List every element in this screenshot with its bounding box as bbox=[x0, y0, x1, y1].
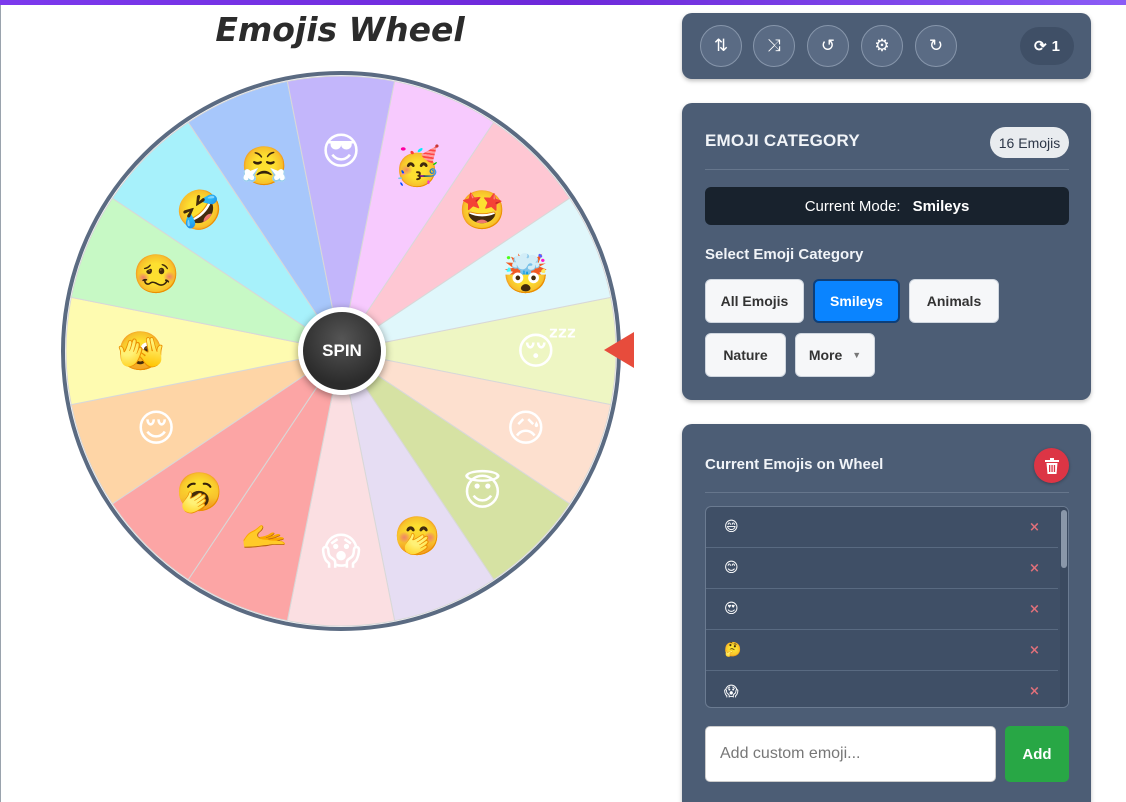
sort-button[interactable]: ⇅ bbox=[700, 25, 742, 67]
reset-button[interactable]: ↻ bbox=[915, 25, 957, 67]
gear-icon: ⚙ bbox=[874, 36, 890, 56]
list-item-emoji: 😍 bbox=[724, 601, 739, 617]
category-panel: EMOJI CATEGORY 16 Emojis Current Mode: S… bbox=[682, 103, 1091, 400]
wheel-segment-emoji: 😴 bbox=[516, 329, 577, 373]
category-smileys-button[interactable]: Smileys bbox=[813, 279, 900, 323]
wheel-segment-emoji: 🤯 bbox=[502, 252, 550, 297]
wheel-segment-emoji: 😎 bbox=[321, 129, 361, 173]
spin-counter-badge: ⟳ 1 bbox=[1020, 27, 1074, 65]
wheel-segment-emoji: 😱 bbox=[321, 529, 361, 573]
wheel-segment-emoji: 😌 bbox=[136, 405, 177, 450]
shuffle-icon: ⤨ bbox=[767, 36, 781, 56]
spin-count: 1 bbox=[1051, 37, 1060, 55]
list-item-emoji: 🤔 bbox=[724, 642, 742, 658]
category-all-emojis-button[interactable]: All Emojis bbox=[705, 279, 804, 323]
current-emojis-heading: Current Emojis on Wheel bbox=[705, 456, 884, 473]
emoji-count-badge: 16 Emojis bbox=[990, 127, 1069, 158]
top-accent-bar bbox=[0, 0, 1126, 5]
mode-value: Smileys bbox=[912, 197, 970, 215]
wheel-segment-emoji: 🥱 bbox=[175, 470, 224, 515]
spin-button[interactable]: SPIN bbox=[298, 307, 386, 395]
wheel-segment-emoji: 😇 bbox=[462, 470, 503, 515]
emoji-list[interactable]: 😄 × 😊 × 😍 × 🤔 × 😱 × bbox=[705, 506, 1069, 708]
wheel-segment-emoji: 🤭 bbox=[393, 513, 442, 558]
sort-icon: ⇅ bbox=[713, 36, 729, 56]
clear-all-button[interactable] bbox=[1034, 448, 1069, 483]
divider bbox=[705, 492, 1069, 493]
page-title: Emojis Wheel bbox=[215, 10, 465, 49]
custom-emoji-input[interactable] bbox=[705, 726, 996, 782]
add-emoji-button[interactable]: Add bbox=[1005, 726, 1069, 782]
remove-item-button[interactable]: × bbox=[1029, 520, 1040, 535]
category-heading: EMOJI CATEGORY bbox=[705, 131, 860, 150]
list-item: 😊 × bbox=[706, 548, 1058, 589]
category-animals-button[interactable]: Animals bbox=[909, 279, 999, 323]
current-emojis-panel: Current Emojis on Wheel 😄 × 😊 × 😍 × 🤔 × bbox=[682, 424, 1091, 802]
select-category-label: Select Emoji Category bbox=[705, 246, 864, 263]
list-item: 😄 × bbox=[706, 507, 1058, 548]
wheel-segment-emoji: 🫴 bbox=[240, 513, 289, 558]
mode-label: Current Mode: bbox=[804, 197, 901, 215]
trash-icon bbox=[1044, 457, 1059, 474]
history-icon: ↺ bbox=[820, 36, 836, 56]
toolbar-panel: ⇅ ⤨ ↺ ⚙ ↻ ⟳ 1 bbox=[682, 13, 1091, 79]
list-item: 😱 × bbox=[706, 671, 1058, 707]
wheel-segment-emoji: 😤 bbox=[240, 144, 289, 189]
list-item-emoji: 😄 bbox=[724, 519, 739, 535]
wheel-segment-emoji: 🥳 bbox=[393, 144, 442, 189]
scrollbar-thumb[interactable] bbox=[1061, 510, 1067, 568]
caret-down-icon: ▼ bbox=[852, 350, 862, 360]
shuffle-button[interactable]: ⤨ bbox=[753, 25, 795, 67]
more-label: More bbox=[808, 347, 843, 363]
wheel-segment-emoji: 🤩 bbox=[458, 187, 507, 232]
wheel-pointer-icon bbox=[604, 332, 634, 368]
refresh-icon: ⟳ bbox=[1034, 38, 1047, 55]
wheel-segment-emoji: 😥 bbox=[505, 405, 546, 450]
remove-item-button[interactable]: × bbox=[1029, 643, 1040, 658]
emoji-wheel[interactable]: 😴 😥 😇 🤭 😱 🫴 🥱 😌 🫣 🥴 🤣 😤 😎 🥳 🤩 🤯 SPIN bbox=[60, 70, 622, 632]
history-button[interactable]: ↺ bbox=[807, 25, 849, 67]
remove-item-button[interactable]: × bbox=[1029, 561, 1040, 576]
wheel-segment-emoji: 🥴 bbox=[132, 252, 180, 297]
current-mode-bar: Current Mode: Smileys bbox=[705, 187, 1069, 225]
category-nature-button[interactable]: Nature bbox=[705, 333, 786, 377]
wheel-segment-emoji: 🤣 bbox=[175, 187, 224, 232]
settings-button[interactable]: ⚙ bbox=[861, 25, 903, 67]
wheel-segment-emoji: 🫣 bbox=[117, 329, 165, 373]
left-border bbox=[0, 5, 1, 802]
remove-item-button[interactable]: × bbox=[1029, 684, 1040, 699]
list-item-emoji: 😱 bbox=[724, 683, 739, 700]
divider bbox=[705, 169, 1069, 170]
list-item: 🤔 × bbox=[706, 630, 1058, 671]
list-item-emoji: 😊 bbox=[724, 560, 739, 576]
category-more-dropdown[interactable]: More ▼ bbox=[795, 333, 875, 377]
redo-icon: ↻ bbox=[928, 36, 944, 56]
remove-item-button[interactable]: × bbox=[1029, 602, 1040, 617]
list-item: 😍 × bbox=[706, 589, 1058, 630]
